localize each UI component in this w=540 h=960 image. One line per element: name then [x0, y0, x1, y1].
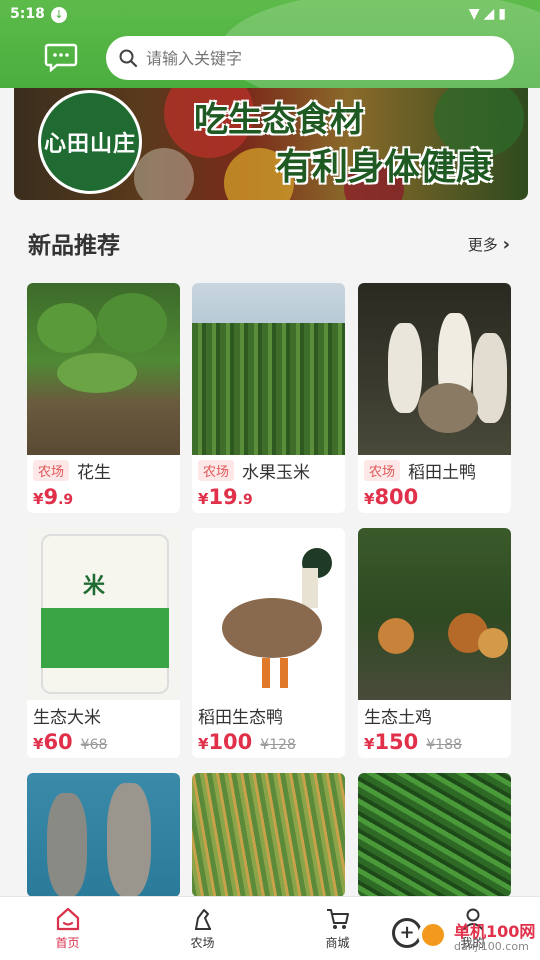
search-icon: [119, 49, 138, 68]
watermark-title: 单机100网: [454, 922, 536, 941]
product-price: 60: [43, 730, 73, 754]
product-name: 花生: [77, 462, 112, 483]
product-price: 150: [374, 730, 419, 754]
product-currency: ¥: [198, 735, 209, 753]
product-card[interactable]: 农场 花生 ¥9.9: [27, 283, 180, 513]
product-image-rice-bag: 米: [27, 528, 180, 700]
tab-label: 农场: [190, 936, 215, 950]
tab-farm[interactable]: 农场: [135, 897, 270, 960]
home-icon: [56, 907, 79, 931]
product-price: 9: [43, 485, 59, 509]
product-image-geese: [27, 773, 180, 897]
product-card[interactable]: [192, 773, 345, 897]
tab-mall[interactable]: 商城: [270, 897, 405, 960]
chat-icon: [44, 43, 78, 73]
watermark-url: danji100.com: [454, 940, 529, 953]
top-header: 5:18 ↓ ▼◢▮: [0, 0, 540, 88]
product-card[interactable]: 农场 水果玉米 ¥19.9: [192, 283, 345, 513]
section-title: 新品推荐: [28, 233, 120, 259]
product-image-peppers: [358, 773, 511, 897]
product-currency: ¥: [198, 490, 209, 508]
logo-text: 心田山庄: [43, 132, 136, 157]
watermark-logo-icon: [418, 920, 448, 950]
product-original-price: ¥188: [426, 737, 462, 753]
site-watermark: + 单机100网 danji100.com: [392, 916, 540, 960]
product-name: 稻田生态鸭: [198, 707, 283, 728]
download-icon: ↓: [51, 7, 67, 23]
product-name: 水果玉米: [242, 462, 311, 483]
product-card[interactable]: 生态土鸡 ¥150 ¥188: [358, 528, 511, 758]
tab-home[interactable]: 首页: [0, 897, 135, 960]
message-button[interactable]: [44, 42, 78, 73]
promo-banner[interactable]: 心田山庄 吃生态食材 有利身体健康: [14, 88, 528, 200]
more-link[interactable]: 更多 ›: [468, 234, 510, 255]
product-currency: ¥: [33, 735, 44, 753]
farm-icon: [194, 909, 211, 930]
product-currency: ¥: [364, 735, 375, 753]
product-name: 生态土鸡: [364, 707, 432, 728]
product-price: 800: [374, 485, 419, 509]
tab-label: 商城: [325, 936, 350, 950]
product-price-decimal: .9: [58, 492, 74, 508]
product-image-chickens: [358, 528, 511, 700]
product-currency: ¥: [364, 490, 375, 508]
tab-label: 首页: [55, 936, 80, 950]
product-image-corn: [192, 283, 345, 455]
search-bar[interactable]: [106, 36, 514, 80]
product-price: 19: [208, 485, 238, 509]
product-card[interactable]: [358, 773, 511, 897]
product-card[interactable]: 农场 稻田土鸭 ¥800: [358, 283, 511, 513]
status-icons: ▼◢▮: [468, 6, 510, 22]
product-tag: 农场: [33, 459, 70, 481]
product-price: 100: [208, 730, 253, 754]
product-image-duck: [192, 528, 345, 700]
product-card[interactable]: 稻田生态鸭 ¥100 ¥128: [192, 528, 345, 758]
product-image-rice-field: [192, 773, 345, 897]
status-bar: 5:18 ↓ ▼◢▮: [0, 0, 540, 30]
chevron-right-icon: ›: [502, 234, 510, 255]
product-price-decimal: .9: [237, 492, 253, 508]
farm-logo: 心田山庄: [38, 90, 142, 194]
product-image-peanut: [27, 283, 180, 455]
search-input[interactable]: [146, 48, 486, 68]
product-tag: 农场: [364, 459, 401, 481]
more-label: 更多: [467, 236, 498, 254]
product-tag: 农场: [198, 459, 235, 481]
banner-headline: 吃生态食材: [194, 100, 364, 140]
product-currency: ¥: [33, 490, 44, 508]
product-image-ducks: [358, 283, 511, 455]
product-original-price: ¥68: [80, 737, 108, 753]
product-card[interactable]: [27, 773, 180, 897]
product-name: 稻田土鸭: [408, 462, 477, 483]
product-card[interactable]: 米 生态大米 ¥60 ¥68: [27, 528, 180, 758]
cart-icon: [326, 909, 349, 929]
banner-subheadline: 有利身体健康: [276, 147, 493, 188]
status-time: 5:18: [10, 6, 45, 22]
product-original-price: ¥128: [260, 737, 296, 753]
product-name: 生态大米: [33, 707, 101, 728]
